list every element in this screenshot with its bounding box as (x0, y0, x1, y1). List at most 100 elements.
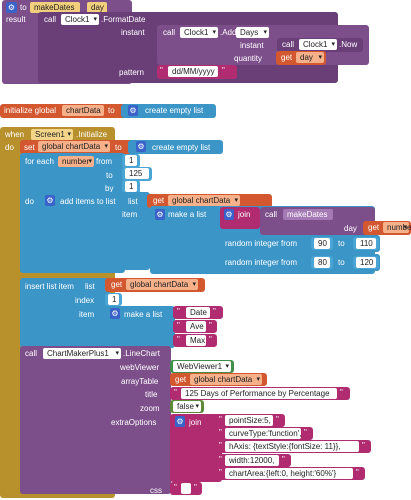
add-items-gear-icon[interactable]: ⚙ (45, 195, 55, 206)
global-to-keyword: to (108, 106, 115, 115)
opt5-close-quote: " (356, 468, 359, 477)
ave-open-quote: " (177, 321, 180, 330)
insert-item-keyword: item (79, 310, 95, 319)
extraoptions-arg-label: extraOptions (111, 418, 157, 427)
rand1-to-keyword: to (338, 239, 345, 248)
css-close-quote: " (194, 483, 197, 492)
loop-to-keyword: to (106, 171, 113, 180)
call-makedates-name[interactable]: makeDates (283, 209, 333, 220)
get-keyword-3: get (368, 223, 380, 232)
rand2-to-keyword: to (338, 258, 345, 267)
max-open-quote: " (177, 335, 180, 344)
instant-arg-label-2: instant (240, 41, 264, 50)
make-a-list-label-2: make a list (124, 310, 163, 319)
make-list-gear-icon-2[interactable]: ⚙ (110, 308, 120, 319)
screen1-component-dropdown[interactable]: Screen1 (31, 129, 73, 140)
pattern-open-quote: " (160, 66, 163, 75)
initialize-event-label: .Initialize (76, 130, 108, 139)
opt3-text-field[interactable]: hAxis: {textStyle:{fontSize: 11}}, (225, 441, 359, 452)
css-arg-label: css (150, 486, 162, 495)
get-global-dropdown[interactable]: global chartData (168, 195, 240, 206)
mutator-gear-icon[interactable]: ⚙ (6, 2, 17, 13)
opt2-open-quote: " (219, 428, 222, 437)
quantity-arg-label: quantity (234, 54, 263, 63)
global-name-field[interactable]: chartData (62, 105, 104, 116)
join-keyword: join (238, 210, 251, 219)
get-number-dropdown[interactable]: number (383, 222, 411, 233)
loop-var-dropdown[interactable]: number (58, 156, 94, 167)
rand1-from-field[interactable]: 90 (314, 238, 330, 249)
rand1-to-field[interactable]: 110 (356, 238, 376, 249)
chart-call-keyword: call (25, 349, 38, 358)
opt4-open-quote: " (219, 455, 222, 464)
opt5-text-field[interactable]: chartArea:{left:0, height:'60%'} (225, 468, 353, 479)
opt4-text-field[interactable]: width:12000, (225, 455, 279, 466)
get-keyword-2: get (153, 196, 165, 205)
zoom-false-dropdown[interactable]: false (173, 401, 201, 412)
title-close-quote: " (340, 388, 343, 397)
opt1-close-quote: " (276, 415, 279, 424)
webviewer1-dropdown[interactable]: WebViewer1 (173, 361, 231, 372)
make-list-gear-icon[interactable]: ⚙ (155, 209, 165, 220)
opt2-close-quote: " (304, 428, 307, 437)
day-arg-label: day (344, 224, 357, 233)
random-integer-label-1: random integer from (225, 239, 298, 248)
get-day-dropdown[interactable]: day (296, 52, 324, 63)
insert-list-keyword: list (85, 282, 95, 291)
to-number-field[interactable]: 125 (125, 168, 149, 179)
date-open-quote: " (177, 307, 180, 316)
by-number-field[interactable]: 1 (125, 181, 137, 192)
formatdate-method-label: .FormatDate (101, 15, 146, 24)
proc-result-label: result (6, 15, 26, 24)
create-empty-list-label: create empty list (145, 106, 204, 115)
list-mutator-gear-icon[interactable]: ⚙ (128, 105, 138, 116)
extraoptions-join-gear-icon[interactable]: ⚙ (175, 416, 185, 427)
set-var-dropdown[interactable]: global chartData (38, 141, 110, 152)
title-text-field[interactable]: 125 Days of Performance by Percentage (181, 388, 337, 399)
when-keyword: when (5, 130, 25, 139)
rand2-to-field[interactable]: 120 (356, 257, 376, 268)
get-keyword: get (281, 53, 293, 62)
now-method-label: .Now (339, 40, 358, 49)
insert-list-item-label: insert list item (25, 282, 74, 291)
rand2-from-field[interactable]: 80 (314, 257, 330, 268)
call-keyword-4: call (265, 210, 278, 219)
instant-arg-label: instant (121, 28, 145, 37)
clock1-component-dropdown[interactable]: Clock1 (61, 14, 99, 25)
add-method-label: .Add (220, 28, 237, 37)
get-global-dropdown-3[interactable]: global chartData (190, 374, 262, 385)
pattern-close-quote: " (222, 66, 225, 75)
clock1-component-dropdown-2[interactable]: Clock1 (180, 27, 218, 38)
event-do-keyword: do (5, 143, 14, 152)
add-items-label: add items to list (60, 197, 116, 206)
index-number-field[interactable]: 1 (108, 294, 119, 305)
title-arg-label: title (145, 390, 158, 399)
css-open-quote: " (174, 483, 177, 492)
clock1-component-dropdown-3[interactable]: Clock1 (299, 39, 337, 50)
initialize-global-label: initialize global (4, 106, 57, 115)
css-text-field[interactable] (181, 483, 191, 494)
item-keyword: item (122, 210, 138, 219)
date-text-field[interactable]: Date (186, 307, 210, 318)
days-unit-dropdown[interactable]: Days (236, 27, 269, 38)
ave-text-field[interactable]: Ave (186, 321, 206, 332)
opt4-close-quote: " (282, 455, 285, 464)
from-number-field[interactable]: 1 (125, 155, 137, 166)
list-mutator-gear-icon-2[interactable]: ⚙ (136, 141, 146, 152)
chartmaker-component-dropdown[interactable]: ChartMakerPlus1 (43, 348, 121, 359)
opt1-text-field[interactable]: pointSize:5, (225, 415, 273, 426)
make-a-list-label: make a list (168, 210, 207, 219)
opt2-text-field[interactable]: curveType:'function', (225, 428, 301, 439)
join-gear-icon[interactable]: ⚙ (224, 209, 234, 220)
opt3-open-quote: " (219, 441, 222, 450)
get-keyword-4: get (111, 280, 123, 289)
ave-close-quote: " (209, 321, 212, 330)
max-close-quote: " (209, 335, 212, 344)
create-empty-list-label-2: create empty list (152, 143, 211, 152)
max-text-field[interactable]: Max (186, 335, 206, 346)
for-each-label: for each (25, 157, 54, 166)
pattern-text-field[interactable]: dd/MM/yyyy (168, 66, 218, 77)
index-keyword: index (75, 296, 95, 305)
get-global-dropdown-2[interactable]: global chartData (126, 279, 198, 290)
opt5-open-quote: " (219, 468, 222, 477)
